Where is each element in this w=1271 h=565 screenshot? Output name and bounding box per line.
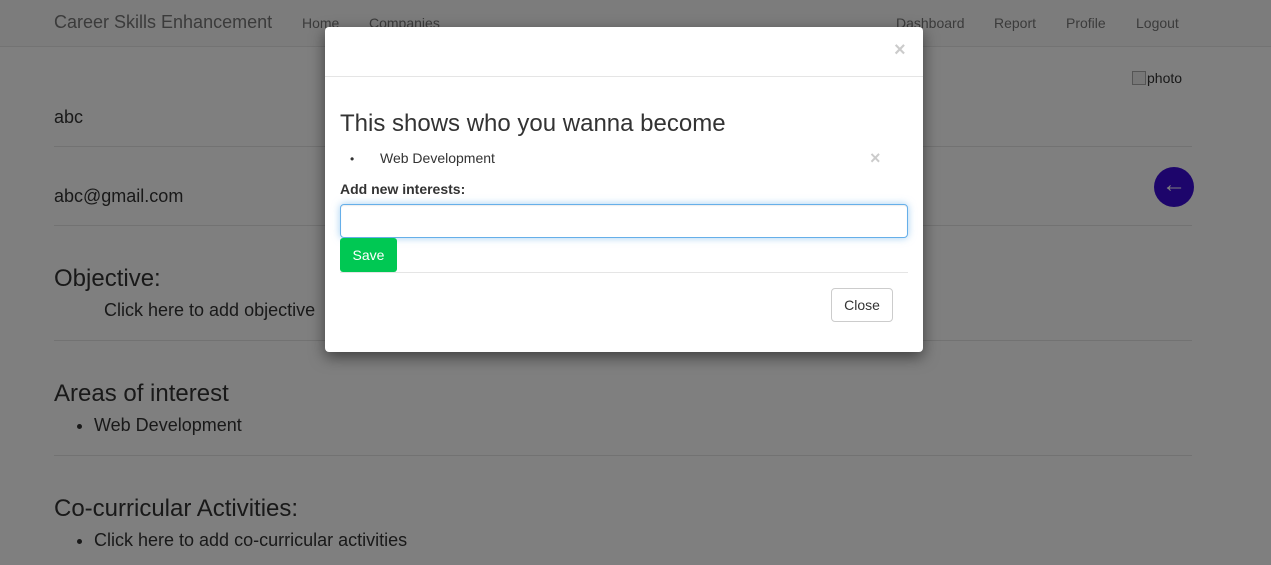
list-item: • Web Development × <box>340 148 895 170</box>
add-interests-label: Add new interests: <box>340 181 466 197</box>
bullet-icon: • <box>350 152 355 166</box>
new-interest-input[interactable] <box>340 204 908 238</box>
interest-label: Web Development <box>380 150 495 166</box>
modal-title: This shows who you wanna become <box>340 110 726 137</box>
remove-interest-icon[interactable]: × <box>870 148 881 169</box>
save-button[interactable]: Save <box>340 238 397 272</box>
divider <box>340 272 908 273</box>
close-button[interactable]: Close <box>831 288 893 322</box>
interests-modal: × This shows who you wanna become • Web … <box>325 27 923 352</box>
close-icon[interactable]: × <box>894 39 906 62</box>
modal-header: × <box>325 27 923 77</box>
